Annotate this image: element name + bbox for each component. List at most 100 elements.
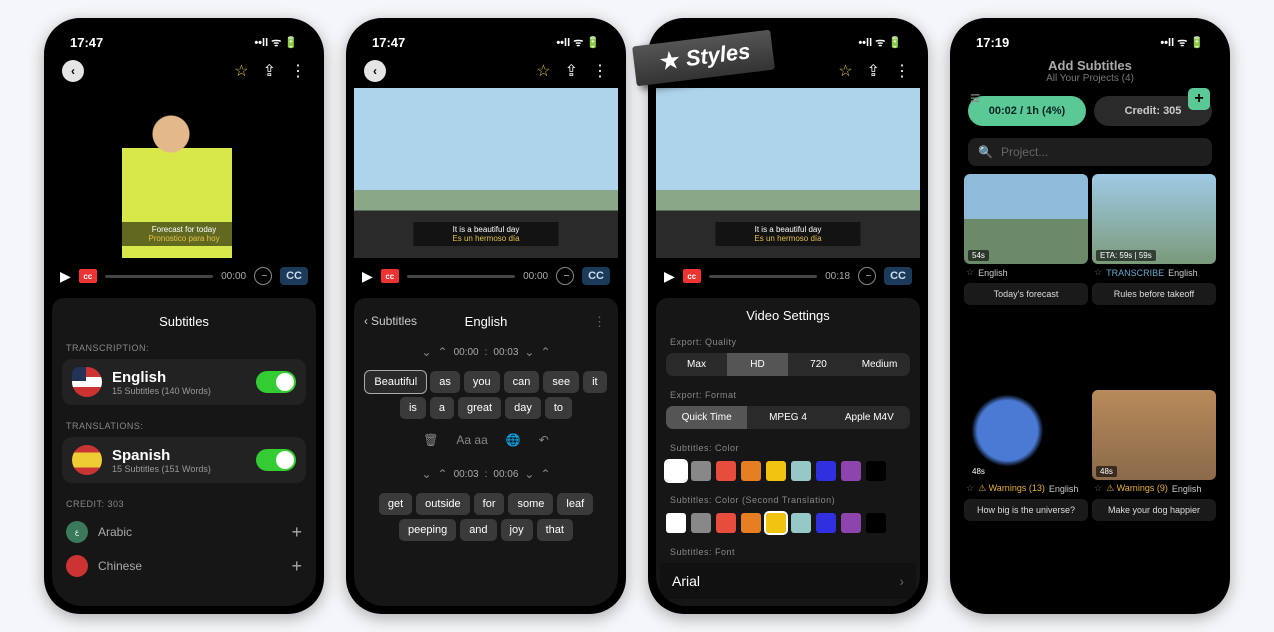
star-icon[interactable]: ☆ (536, 61, 550, 81)
chevron-down-icon[interactable]: ⌄ (524, 345, 534, 359)
word-token[interactable]: to (545, 397, 572, 419)
share-icon[interactable]: ⇪ (565, 61, 578, 81)
more-icon[interactable]: ⋮ (592, 61, 608, 81)
word-token[interactable]: for (474, 493, 505, 515)
chevron-down-icon[interactable]: ⌄ (524, 467, 534, 481)
star-icon[interactable]: ☆ (1094, 267, 1102, 278)
color-swatch[interactable] (716, 513, 736, 533)
word-token[interactable]: great (458, 397, 501, 419)
play-button[interactable]: ▶ (362, 268, 373, 285)
word-token[interactable]: Beautiful (365, 371, 426, 393)
back-button[interactable]: ‹ (364, 60, 386, 82)
search-input[interactable]: 🔍 Project... (968, 138, 1212, 166)
color-swatch[interactable] (866, 461, 886, 481)
word-token[interactable]: it (583, 371, 607, 393)
video-preview[interactable]: Forecast for today Pronostico para hoy (52, 88, 316, 258)
star-icon[interactable]: ☆ (966, 267, 974, 278)
play-button[interactable]: ▶ (60, 268, 71, 285)
word-token[interactable]: that (537, 519, 573, 541)
star-icon[interactable]: ☆ (1094, 483, 1102, 494)
project-tile[interactable]: 48s☆ ⚠ Warnings (9) EnglishMake your dog… (1092, 390, 1216, 602)
back-subtitles[interactable]: ‹ Subtitles (364, 314, 417, 328)
project-tile[interactable]: ETA: 59s | 59s☆ TRANSCRIBE EnglishRules … (1092, 174, 1216, 386)
format-segment[interactable]: Quick TimeMPEG 4Apple M4V (666, 406, 910, 429)
color-swatch[interactable] (766, 513, 786, 533)
word-token[interactable]: joy (501, 519, 533, 541)
word-token[interactable]: get (379, 493, 412, 515)
t2-start[interactable]: 00:03 (454, 469, 479, 480)
more-icon[interactable]: ⋮ (593, 314, 606, 330)
trash-icon[interactable]: 🗑 (423, 433, 438, 447)
word-token[interactable]: peeping (399, 519, 456, 541)
word-token[interactable]: outside (416, 493, 469, 515)
color-swatch[interactable] (791, 461, 811, 481)
star-icon[interactable]: ☆ (838, 61, 852, 81)
language-english[interactable]: English 15 Subtitles (140 Words) (62, 359, 306, 405)
chevron-down-icon[interactable]: ⌄ (421, 467, 431, 481)
word-token[interactable]: as (430, 371, 460, 393)
chevron-up-icon[interactable]: ⌃ (540, 345, 550, 359)
word-token[interactable]: see (543, 371, 579, 393)
cc-button[interactable]: CC (884, 267, 912, 285)
color-swatch[interactable] (741, 461, 761, 481)
chevron-up-icon[interactable]: ⌃ (438, 345, 448, 359)
segment-option[interactable]: HD (727, 353, 788, 376)
word-token[interactable]: a (430, 397, 454, 419)
play-button[interactable]: ▶ (664, 268, 675, 285)
segment-option[interactable]: Apple M4V (829, 406, 910, 429)
color-swatch[interactable] (766, 461, 786, 481)
word-token[interactable]: leaf (557, 493, 593, 515)
chevron-up-icon[interactable]: ⌃ (438, 467, 448, 481)
scrubber[interactable] (709, 275, 817, 278)
more-icon[interactable]: ⋮ (290, 61, 306, 81)
color-swatch[interactable] (691, 513, 711, 533)
cc-badge[interactable]: cc (683, 269, 701, 283)
project-tile[interactable]: 54s☆ EnglishToday's forecast (964, 174, 1088, 386)
globe-icon[interactable]: 🌐 (506, 433, 521, 447)
t2-end[interactable]: 00:06 (493, 469, 518, 480)
more-icon[interactable]: ⋮ (894, 61, 910, 81)
cc-badge[interactable]: cc (79, 269, 97, 283)
quality-segment[interactable]: MaxHD720Medium (666, 353, 910, 376)
t1-end[interactable]: 00:03 (493, 347, 518, 358)
word-token[interactable]: some (508, 493, 553, 515)
scrubber[interactable] (407, 275, 515, 278)
language-spanish[interactable]: Spanish 15 Subtitles (151 Words) (62, 437, 306, 483)
color-swatch[interactable] (816, 461, 836, 481)
segment-option[interactable]: Max (666, 353, 727, 376)
toggle-english[interactable] (256, 371, 296, 393)
language-arabic[interactable]: ع Arabic + (52, 515, 316, 549)
project-tile[interactable]: 48s☆ ⚠ Warnings (13) EnglishHow big is t… (964, 390, 1088, 602)
scrubber[interactable] (105, 275, 213, 278)
add-button[interactable]: + (1188, 88, 1210, 110)
clock-icon[interactable] (556, 267, 574, 285)
share-icon[interactable]: ⇪ (263, 61, 276, 81)
case-tool[interactable]: Aa aa (456, 433, 487, 447)
add-chinese-icon[interactable]: + (291, 556, 302, 577)
word-token[interactable]: day (505, 397, 541, 419)
add-arabic-icon[interactable]: + (291, 522, 302, 543)
menu-icon[interactable]: ≡ (970, 88, 981, 109)
font-row[interactable]: Arial› (660, 563, 916, 599)
segment-option[interactable]: MPEG 4 (747, 406, 828, 429)
undo-icon[interactable]: ↶ (539, 433, 549, 447)
segment-option[interactable]: 720 (788, 353, 849, 376)
color-swatch[interactable] (841, 461, 861, 481)
word-token[interactable]: you (464, 371, 500, 393)
word-token[interactable]: and (460, 519, 496, 541)
star-icon[interactable]: ☆ (966, 483, 974, 494)
t1-start[interactable]: 00:00 (454, 347, 479, 358)
color-swatch[interactable] (691, 461, 711, 481)
color-swatch[interactable] (816, 513, 836, 533)
clock-icon[interactable] (858, 267, 876, 285)
color-swatch[interactable] (841, 513, 861, 533)
chevron-down-icon[interactable]: ⌄ (421, 345, 431, 359)
video-preview[interactable]: It is a beautiful day Es un hermoso día (656, 88, 920, 258)
color-swatch[interactable] (666, 513, 686, 533)
color-swatch[interactable] (791, 513, 811, 533)
share-icon[interactable]: ⇪ (867, 61, 880, 81)
cc-button[interactable]: CC (582, 267, 610, 285)
color-swatch[interactable] (741, 513, 761, 533)
language-chinese[interactable]: Chinese + (52, 549, 316, 583)
star-icon[interactable]: ☆ (234, 61, 248, 81)
